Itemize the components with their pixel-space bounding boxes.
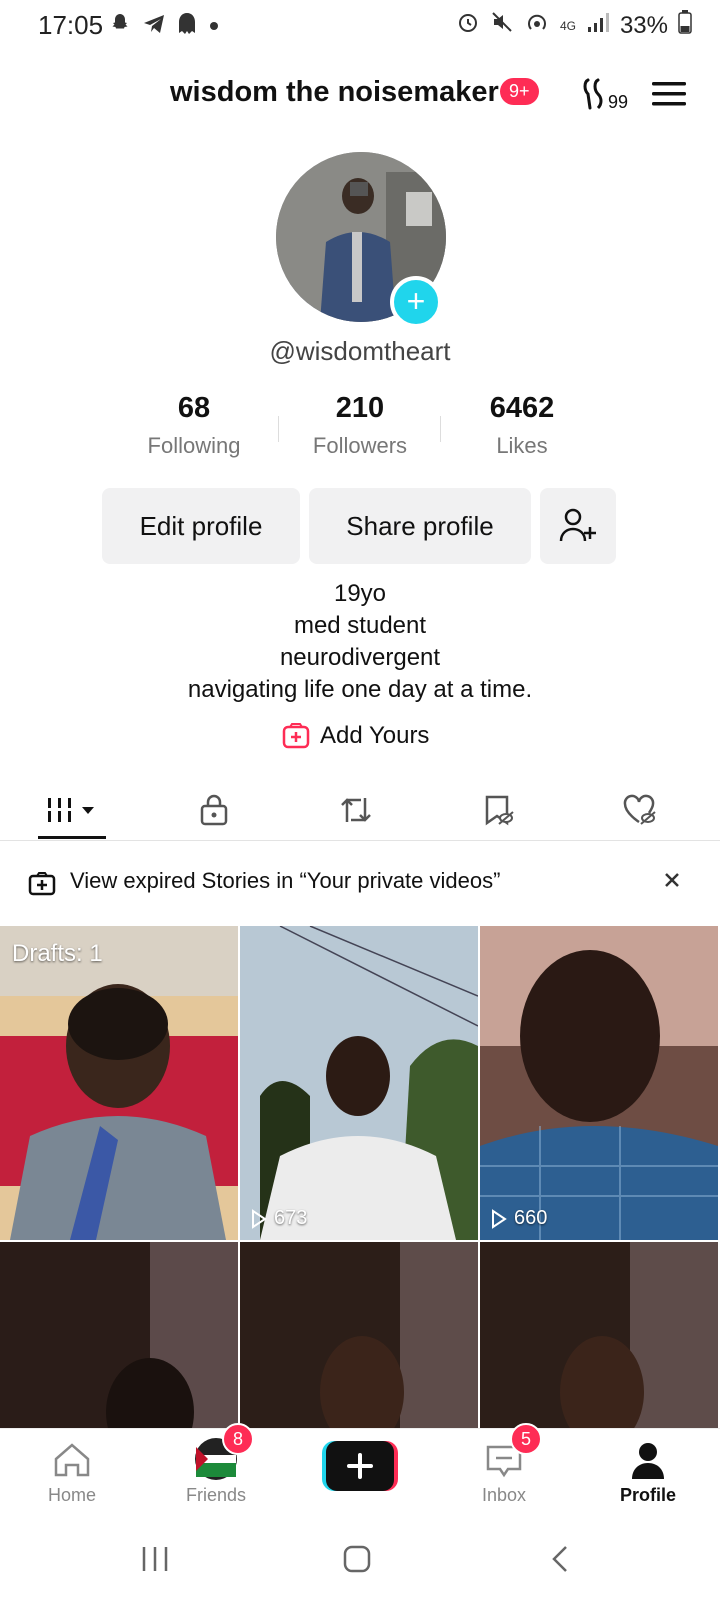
play-icon	[492, 1208, 507, 1229]
stat-following[interactable]: 68 Following	[114, 392, 274, 459]
profile-icon	[632, 1443, 664, 1479]
view-count-value: 673	[274, 1207, 308, 1229]
creator-tools-count: 99	[608, 92, 629, 112]
drafts-label: Drafts: 1	[12, 940, 103, 967]
view-count-value: 660	[514, 1207, 548, 1229]
heart-hidden-icon	[623, 794, 656, 825]
banner-text: View expired Stories in “Your private vi…	[70, 868, 501, 893]
bio-line: navigating life one day at a time.	[187, 676, 533, 703]
videos-grid-icon	[44, 798, 94, 822]
tab-private[interactable]	[164, 780, 264, 840]
battery-percent: 33%	[619, 11, 668, 39]
add-yours-label: Add Yours	[320, 722, 430, 749]
system-status: 4G 33%	[456, 10, 692, 41]
stat-divider	[278, 416, 279, 442]
profile-header: wisdom the noisemaker 9+ 99	[0, 62, 720, 126]
username-handle: @wisdomtheart	[269, 336, 451, 366]
video-tile[interactable]	[240, 1242, 478, 1428]
bottom-nav: Home 8 Friends 5 Inbox Profile	[0, 1423, 720, 1521]
view-count: 660	[490, 1207, 547, 1230]
video-tile[interactable]: 673	[240, 926, 478, 1240]
camera-plus-icon	[28, 872, 56, 896]
video-tile[interactable]	[480, 1242, 718, 1428]
lock-icon	[200, 794, 228, 826]
telegram-icon	[142, 12, 166, 41]
account-name: wisdom the noisemaker	[170, 76, 499, 108]
bio-line: 19yo	[333, 580, 387, 607]
add-yours-button[interactable]: Add Yours	[282, 722, 429, 750]
add-story-button[interactable]: +	[390, 276, 442, 328]
bio-line: neurodivergent	[279, 644, 441, 671]
status-bar: 17:05 4G 33%	[0, 0, 720, 52]
nav-inbox-label: Inbox	[481, 1485, 527, 1505]
create-button[interactable]	[322, 1441, 398, 1491]
add-yours-icon	[282, 723, 310, 749]
stat-followers[interactable]: 210 Followers	[280, 392, 440, 459]
tab-active-indicator	[38, 836, 106, 839]
stat-likes[interactable]: 6462 Likes	[442, 392, 602, 459]
add-friends-button[interactable]	[540, 488, 616, 564]
add-user-icon	[559, 508, 596, 542]
plus-icon	[347, 1453, 373, 1479]
snapchat-icon	[108, 12, 132, 41]
close-icon[interactable]	[662, 870, 690, 898]
home-button-icon[interactable]	[342, 1544, 372, 1574]
followers-count: 210	[335, 392, 385, 424]
nav-home[interactable]: Home	[12, 1429, 132, 1521]
battery-icon	[678, 10, 692, 41]
notification-icons	[108, 12, 220, 41]
nav-profile[interactable]: Profile	[588, 1429, 708, 1521]
share-profile-button[interactable]: Share profile	[309, 488, 531, 564]
nav-friends-label: Friends	[185, 1485, 247, 1505]
tab-liked[interactable]	[590, 780, 690, 840]
tab-videos[interactable]	[22, 780, 122, 840]
home-icon	[54, 1443, 90, 1477]
content-tabs	[0, 780, 720, 841]
tab-reposts[interactable]	[306, 780, 406, 840]
network-type: 4G	[559, 18, 576, 33]
system-nav-bar	[0, 1520, 720, 1600]
nav-home-label: Home	[47, 1485, 96, 1505]
followers-label: Followers	[312, 433, 408, 458]
status-time: 17:05	[38, 10, 104, 40]
inbox-badge: 5	[510, 1423, 542, 1455]
video-tile[interactable]	[0, 1242, 238, 1428]
signal-icon	[586, 11, 610, 40]
ghost-icon	[176, 12, 198, 41]
bookmark-hidden-icon	[485, 795, 514, 826]
hotspot-icon	[524, 10, 550, 41]
recents-icon[interactable]	[140, 1544, 170, 1574]
stat-divider	[440, 416, 441, 442]
following-count: 68	[177, 392, 211, 424]
repost-icon	[341, 798, 371, 822]
account-switcher[interactable]: wisdom the noisemaker	[170, 76, 499, 109]
notification-badge: 9+	[500, 78, 539, 105]
friends-badge: 8	[222, 1423, 254, 1455]
mute-icon	[490, 10, 514, 41]
view-count: 673	[250, 1207, 307, 1230]
dot-icon	[208, 12, 220, 41]
bio-line: med student	[293, 612, 427, 639]
menu-icon[interactable]	[652, 80, 688, 108]
play-icon	[252, 1208, 267, 1229]
nav-profile-label: Profile	[619, 1485, 676, 1505]
video-tile[interactable]: 660	[480, 926, 718, 1240]
edit-profile-button[interactable]: Edit profile	[102, 488, 300, 564]
nav-inbox[interactable]: 5 Inbox	[444, 1423, 564, 1521]
tab-favorites[interactable]	[448, 780, 548, 840]
likes-count: 6462	[489, 392, 555, 424]
creator-tools-icon[interactable]: 99	[580, 76, 636, 116]
nav-friends[interactable]: 8 Friends	[156, 1423, 276, 1521]
likes-label: Likes	[496, 433, 548, 458]
drafts-tile[interactable]: Drafts: 1	[0, 926, 238, 1240]
back-icon[interactable]	[548, 1544, 572, 1574]
alarm-icon	[456, 10, 480, 41]
following-label: Following	[147, 433, 241, 458]
